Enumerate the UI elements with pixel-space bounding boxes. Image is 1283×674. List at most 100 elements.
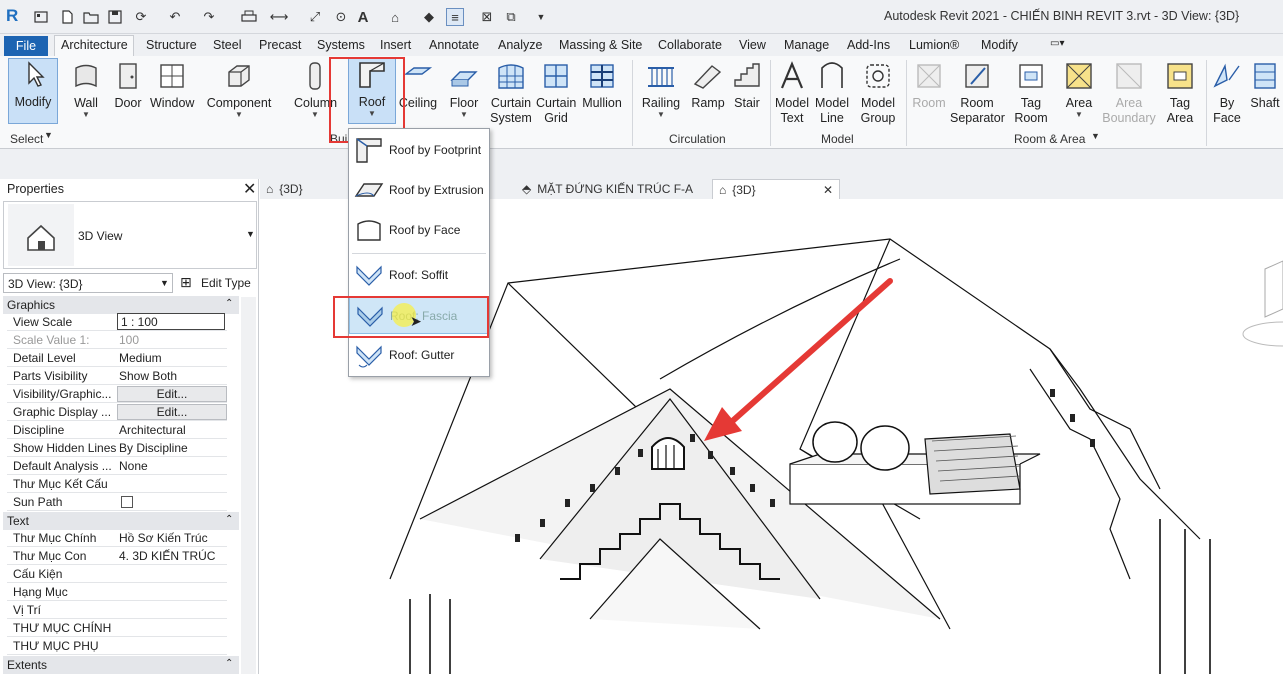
save-icon[interactable] (106, 8, 124, 26)
dimension-icon[interactable]: ⤢ (306, 8, 324, 26)
open-icon[interactable] (32, 8, 50, 26)
view-scale-input[interactable]: 1 : 100 (117, 313, 225, 330)
tab-lumion[interactable]: Lumion® (909, 38, 959, 52)
tag-room-button[interactable]: Tag Room (1012, 60, 1050, 126)
3d-view-icon[interactable]: ⌂ (386, 8, 404, 26)
prop-row[interactable]: Thư Mục Chính Hồ Sơ Kiến Trúc (7, 529, 227, 547)
close-hidden-icon[interactable]: ⊠ (478, 8, 496, 26)
menu-item-roof-soffit[interactable]: Roof: Soffit (349, 256, 489, 294)
prop-row[interactable]: Detail Level Medium (7, 349, 227, 367)
prop-value[interactable]: Hồ Sơ Kiến Trúc (119, 531, 227, 545)
prop-row[interactable]: Parts Visibility Show Both (7, 367, 227, 385)
tab-add-ins[interactable]: Add-Ins (847, 38, 890, 52)
prop-row[interactable]: Vị Trí (7, 601, 227, 619)
properties-close-icon[interactable]: ✕ (243, 179, 256, 199)
prop-row[interactable]: THƯ MỤC CHÍNH (7, 619, 227, 637)
graphic-display-edit-button[interactable]: Edit... (117, 404, 227, 420)
group-label-room-area[interactable]: Room & Area (1014, 132, 1085, 146)
curtain-grid-button[interactable]: Curtain Grid (536, 60, 576, 126)
prop-row[interactable]: Show Hidden Lines By Discipline (7, 439, 227, 457)
switch-windows-icon[interactable]: ⧉ (502, 8, 520, 26)
group-label-select[interactable]: Select (10, 132, 43, 146)
model-line-button[interactable]: Model Line (814, 60, 850, 126)
print-icon[interactable] (240, 8, 258, 26)
curtain-system-button[interactable]: Curtain System (488, 60, 534, 126)
prop-row[interactable]: Thư Mục Con 4. 3D KIẾN TRÚC (7, 547, 227, 565)
model-text-button[interactable]: Model Text (774, 60, 810, 126)
stair-button[interactable]: Stair (730, 60, 764, 111)
undo-icon[interactable]: ↶ (166, 8, 184, 26)
sun-path-checkbox[interactable] (121, 496, 133, 508)
tab-insert[interactable]: Insert (380, 38, 411, 52)
open-folder-icon[interactable] (82, 8, 100, 26)
floor-button[interactable]: Floor ▼ (446, 60, 482, 119)
area-button[interactable]: Area ▼ (1060, 60, 1098, 119)
view-tab-elevation[interactable]: ⬘ MẶT ĐỨNG KIẾN TRÚC F-A (522, 179, 712, 199)
wall-button[interactable]: Wall ▼ (68, 60, 104, 119)
prop-row[interactable]: Sun Path (7, 493, 227, 511)
window-button[interactable]: Window (150, 60, 194, 111)
measure-icon[interactable]: ⟷ (270, 8, 289, 26)
tab-massing-site[interactable]: Massing & Site (559, 38, 642, 52)
room-area-dropdown-icon[interactable]: ▼ (1091, 131, 1100, 141)
tab-collaborate[interactable]: Collaborate (658, 38, 722, 52)
railing-button[interactable]: Railing ▼ (640, 60, 682, 119)
modify-button[interactable]: Modify (8, 58, 58, 124)
prop-value[interactable]: 4. 3D KIẾN TRÚC (119, 549, 227, 563)
prop-row[interactable]: View Scale 1 : 100 (7, 313, 227, 331)
revit-logo[interactable]: R (6, 6, 18, 26)
room-button[interactable]: Room (910, 60, 948, 111)
collapse-icon[interactable]: ⌃ (225, 658, 233, 669)
prop-row[interactable]: Graphic Display ... Edit... (7, 403, 227, 421)
tab-analyze[interactable]: Analyze (498, 38, 542, 52)
prop-row[interactable]: Hạng Mục (7, 583, 227, 601)
type-dropdown-icon[interactable]: ▼ (246, 229, 255, 239)
sync-icon[interactable]: ⟳ (132, 8, 150, 26)
shaft-button[interactable]: Shaft (1248, 60, 1282, 111)
menu-item-roof-by-extrusion[interactable]: Roof by Extrusion (349, 171, 489, 209)
tab-file[interactable]: File (4, 36, 48, 56)
tab-manage[interactable]: Manage (784, 38, 829, 52)
close-tab-icon[interactable]: ✕ (823, 180, 833, 200)
tab-modify[interactable]: Modify (981, 38, 1018, 52)
prop-value[interactable]: None (119, 459, 227, 473)
prop-row[interactable]: Default Analysis ... None (7, 457, 227, 475)
room-separator-button[interactable]: Room Separator (950, 60, 1005, 126)
menu-item-roof-gutter[interactable]: Roof: Gutter (349, 336, 489, 374)
collapse-icon[interactable]: ⌃ (225, 298, 233, 309)
minimize-ribbon-icon[interactable]: ▭▾ (1050, 38, 1064, 49)
model-group-button[interactable]: Model Group (858, 60, 898, 126)
menu-item-roof-by-footprint[interactable]: Roof by Footprint (349, 131, 489, 169)
prop-row[interactable]: Thư Mục Kết Cấu (7, 475, 227, 493)
section-extents[interactable]: Extents ⌃ (3, 656, 239, 674)
tab-steel[interactable]: Steel (213, 38, 242, 52)
mullion-button[interactable]: Mullion (580, 60, 624, 111)
customize-icon[interactable]: ▼ (532, 8, 550, 26)
prop-row[interactable]: Cấu Kiện (7, 565, 227, 583)
tab-systems[interactable]: Systems (317, 38, 365, 52)
new-icon[interactable] (58, 8, 76, 26)
type-selector[interactable]: 3D View ▼ (3, 201, 257, 269)
section-icon[interactable]: ◆ (420, 8, 438, 26)
prop-value[interactable]: By Discipline (119, 441, 227, 455)
tag-area-button[interactable]: Tag Area (1160, 60, 1200, 126)
door-button[interactable]: Door (112, 60, 144, 111)
edit-type-button[interactable]: ⊞ Edit Type (178, 273, 258, 293)
collapse-icon[interactable]: ⌃ (225, 514, 233, 525)
ramp-button[interactable]: Ramp (690, 60, 726, 111)
instance-selector[interactable]: 3D View: {3D} ▼ (3, 273, 173, 293)
tab-view[interactable]: View (739, 38, 766, 52)
tab-annotate[interactable]: Annotate (429, 38, 479, 52)
select-dropdown-icon[interactable]: ▼ (44, 130, 53, 140)
component-button[interactable]: Component ▼ (206, 60, 272, 119)
thin-lines-icon[interactable]: ≡ (446, 8, 464, 26)
prop-row[interactable]: Discipline Architectural (7, 421, 227, 439)
tab-structure[interactable]: Structure (146, 38, 197, 52)
tab-architecture[interactable]: Architecture (61, 38, 128, 52)
prop-value[interactable]: Architectural (119, 423, 227, 437)
prop-value[interactable]: Medium (119, 351, 227, 365)
section-text[interactable]: Text ⌃ (3, 512, 239, 530)
properties-scrollbar[interactable] (241, 297, 256, 674)
tag-icon[interactable]: ⊙ (332, 8, 350, 26)
prop-row[interactable]: Visibility/Graphic... Edit... (7, 385, 227, 403)
